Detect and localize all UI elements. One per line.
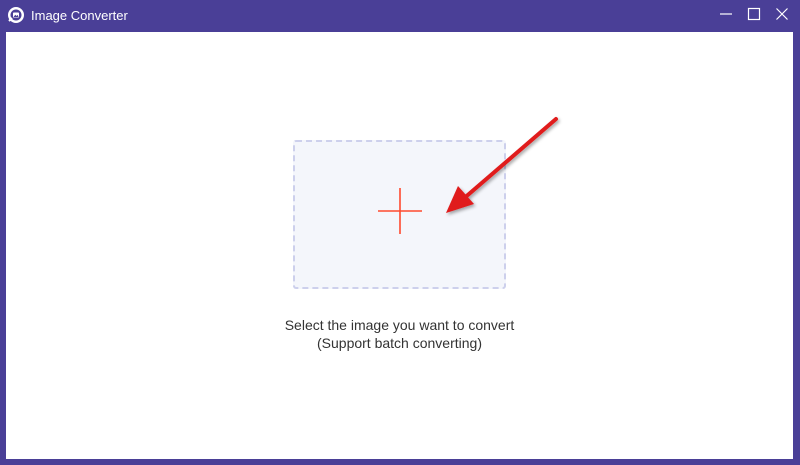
close-icon bbox=[775, 7, 789, 26]
add-image-dropzone[interactable] bbox=[293, 140, 506, 289]
minimize-icon bbox=[719, 7, 733, 26]
plus-icon bbox=[378, 188, 422, 234]
dropzone-instruction: Select the image you want to convert bbox=[284, 317, 515, 333]
window-title: Image Converter bbox=[31, 8, 128, 23]
image-converter-logo-icon bbox=[7, 6, 25, 24]
app-window: Image Converter Select the image you wan… bbox=[0, 0, 800, 465]
dropzone-hint: Select the image you want to convert (Su… bbox=[6, 316, 793, 352]
dropzone-batch-note: (Support batch converting) bbox=[317, 335, 482, 351]
main-content: Select the image you want to convert (Su… bbox=[6, 32, 793, 459]
maximize-icon bbox=[747, 7, 761, 26]
maximize-button[interactable] bbox=[742, 4, 766, 28]
close-button[interactable] bbox=[770, 4, 794, 28]
minimize-button[interactable] bbox=[714, 4, 738, 28]
title-bar[interactable]: Image Converter bbox=[0, 0, 800, 32]
